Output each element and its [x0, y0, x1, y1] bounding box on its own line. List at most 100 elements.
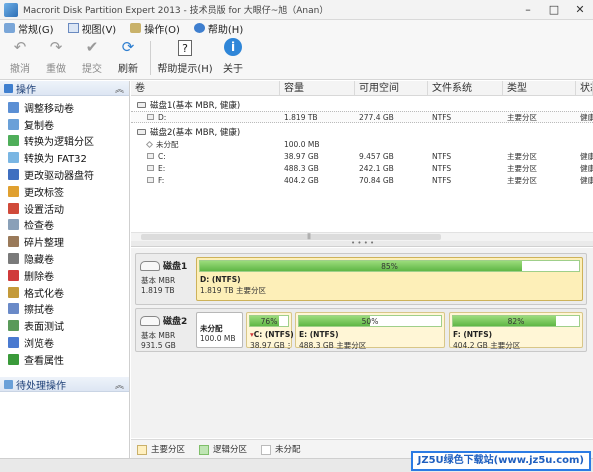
partition-desc: 100.0 MB	[200, 334, 236, 343]
undo-icon: ↶	[13, 38, 27, 56]
sidebar-item[interactable]: 碎片整理	[0, 233, 129, 250]
view-menu-icon	[67, 23, 79, 33]
menu-view[interactable]: 视图(V)	[67, 21, 116, 36]
splitter-grip-icon: • • • •	[351, 239, 375, 247]
table-row[interactable]: D: 1.819 TB 277.4 GB NTFS 主要分区 健康	[131, 111, 593, 123]
table-cell-capacity: 38.97 GB	[284, 151, 319, 161]
disk1-scheme: 基本 MBR	[141, 276, 176, 285]
disk-group-label: 磁盘1(基本 MBR, 健康)	[150, 101, 241, 111]
sidebar-item[interactable]: 转换为 FAT32	[0, 149, 129, 166]
scrollbar-thumb[interactable]	[141, 234, 441, 240]
table-row[interactable]: C: 38.97 GB 9.457 GB NTFS 主要分区 健康	[131, 150, 593, 162]
minimize-icon[interactable]: –	[521, 3, 535, 17]
table-row[interactable]: E: 488.3 GB 242.1 GB NTFS 主要分区 健康	[131, 162, 593, 174]
general-menu-icon	[4, 23, 15, 33]
help-tips-button[interactable]: ? 帮助提示(H)	[155, 37, 215, 79]
refresh-button[interactable]: ⟳ 刷新	[110, 37, 146, 79]
sidebar-item[interactable]: 查看属性	[0, 351, 129, 368]
sidebar-item-label: 更改标签	[24, 187, 64, 199]
column-capacity[interactable]: 容量	[280, 81, 355, 95]
title-bar: Macrorit Disk Partition Expert 2013 - 技术…	[0, 0, 593, 20]
operation-icon	[8, 303, 19, 315]
operation-icon	[8, 253, 19, 265]
sidebar-item[interactable]: 复制卷	[0, 116, 129, 133]
operations-sidebar: 操作 ︽ 调整移动卷 复制卷转换为逻辑分区 转换为 FAT32 更改驱动器盘符更改标签…	[0, 81, 130, 458]
sidebar-item[interactable]: 格式化卷	[0, 284, 129, 301]
partition-unallocated[interactable]: 未分配 100.0 MB	[196, 312, 243, 348]
menu-general[interactable]: 常规(G)	[4, 21, 54, 36]
undo-button[interactable]: ↶ 撤消	[2, 37, 38, 79]
sidebar-item-label: 浏览卷	[24, 339, 54, 351]
menu-help[interactable]: 帮助(H)	[193, 21, 243, 36]
disk-group-row[interactable]: 磁盘1(基本 MBR, 健康)	[131, 99, 593, 111]
disk2-label: 磁盘2 基本 MBR 931.5 GB	[138, 311, 194, 350]
column-volume[interactable]: 卷	[131, 81, 280, 95]
usage-percent: 50%	[361, 317, 379, 326]
column-type[interactable]: 类型	[503, 81, 576, 95]
sidebar-item-label: 查看属性	[24, 355, 64, 367]
volume-table-header: 卷 容量 可用空间 文件系统 类型 状态	[131, 81, 593, 96]
operations-panel-header[interactable]: 操作 ︽	[0, 81, 129, 96]
disk-icon	[137, 129, 146, 135]
operation-icon	[8, 118, 19, 130]
operation-icon	[8, 135, 19, 147]
sidebar-item-label: 格式化卷	[24, 288, 64, 300]
commit-button[interactable]: ✔ 提交	[74, 37, 110, 79]
sidebar-item[interactable]: 设置活动	[0, 200, 129, 217]
table-row[interactable]: 未分配 100.0 MB	[131, 138, 593, 150]
sidebar-item-label: 检查卷	[24, 221, 54, 233]
table-cell-fs: NTFS	[432, 163, 452, 173]
table-row[interactable]: F: 404.2 GB 70.84 GB NTFS 主要分区 健康	[131, 174, 593, 186]
help-menu-icon	[193, 23, 205, 33]
maximize-icon[interactable]: □	[547, 3, 561, 17]
table-cell-capacity: 404.2 GB	[284, 175, 319, 185]
column-status[interactable]: 状态	[576, 81, 593, 95]
sidebar-item[interactable]: 删除卷	[0, 267, 129, 284]
disk2-block[interactable]: 磁盘2 基本 MBR 931.5 GB 未分配 100.0 MB 76% ▾C:…	[135, 308, 587, 352]
sidebar-item[interactable]: 更改驱动器盘符	[0, 166, 129, 183]
partition-c[interactable]: 76% ▾C: (NTFS) 38.97 GB 主	[246, 312, 294, 350]
pending-header-icon	[4, 379, 13, 389]
menu-operation[interactable]: 操作(O)	[130, 21, 180, 36]
operation-icon	[8, 152, 19, 164]
sidebar-item[interactable]: 更改标签	[0, 183, 129, 200]
operation-icon	[8, 269, 19, 281]
disk-group-row[interactable]: 磁盘2(基本 MBR, 健康)	[131, 126, 593, 138]
partition-f[interactable]: 82% F: (NTFS) 404.2 GB 主要分区	[449, 312, 583, 350]
usage-bar: 82%	[452, 315, 580, 327]
column-file-system[interactable]: 文件系统	[428, 81, 503, 95]
sidebar-item-label: 转换为逻辑分区	[24, 137, 94, 149]
sidebar-item[interactable]: 擦拭卷	[0, 301, 129, 318]
disk1-block[interactable]: 磁盘1 基本 MBR 1.819 TB 85% D: (NTFS) 1.819 …	[135, 253, 587, 305]
collapse-chevron-icon[interactable]: ︽	[115, 82, 124, 95]
sidebar-item-label: 删除卷	[24, 271, 54, 283]
operation-icon	[8, 353, 19, 365]
usage-percent: 82%	[507, 317, 525, 326]
sidebar-item[interactable]: 转换为逻辑分区	[0, 133, 129, 150]
partition-icon	[147, 153, 154, 159]
pane-splitter[interactable]: • • • •	[131, 239, 593, 247]
sidebar-item[interactable]: 表面测试	[0, 317, 129, 334]
sidebar-item-label: 设置活动	[24, 204, 64, 216]
operation-icon	[8, 286, 19, 298]
column-free-space[interactable]: 可用空间	[355, 81, 428, 95]
sidebar-item[interactable]: 检查卷	[0, 217, 129, 234]
unallocated-swatch-icon	[261, 444, 272, 455]
sidebar-item[interactable]: 浏览卷	[0, 334, 129, 351]
disk1-label: 磁盘1 基本 MBR 1.819 TB	[138, 256, 194, 302]
pending-operations-header[interactable]: 待处理操作 ︽	[0, 377, 129, 392]
menu-bar: 常规(G) 视图(V) 操作(O) 帮助(H)	[0, 20, 593, 36]
site-watermark: JZ5U绿色下载站(www.jz5u.com)	[410, 451, 591, 471]
close-icon[interactable]: ✕	[573, 3, 587, 17]
collapse-chevron-icon[interactable]: ︽	[115, 378, 124, 391]
usage-bar: 76%	[249, 315, 289, 327]
toolbar-divider	[150, 41, 151, 75]
redo-button[interactable]: ↷ 重做	[38, 37, 74, 79]
partition-e[interactable]: 50% E: (NTFS) 488.3 GB 主要分区	[295, 312, 445, 350]
partition-icon	[147, 177, 154, 183]
sidebar-item[interactable]: 调整移动卷	[0, 99, 129, 116]
about-button[interactable]: i 关于	[215, 37, 251, 79]
sidebar-item[interactable]: 隐藏卷	[0, 250, 129, 267]
partition-d[interactable]: 85% D: (NTFS) 1.819 TB 主要分区	[196, 257, 583, 301]
partition-desc: 38.97 GB 主	[250, 341, 290, 350]
